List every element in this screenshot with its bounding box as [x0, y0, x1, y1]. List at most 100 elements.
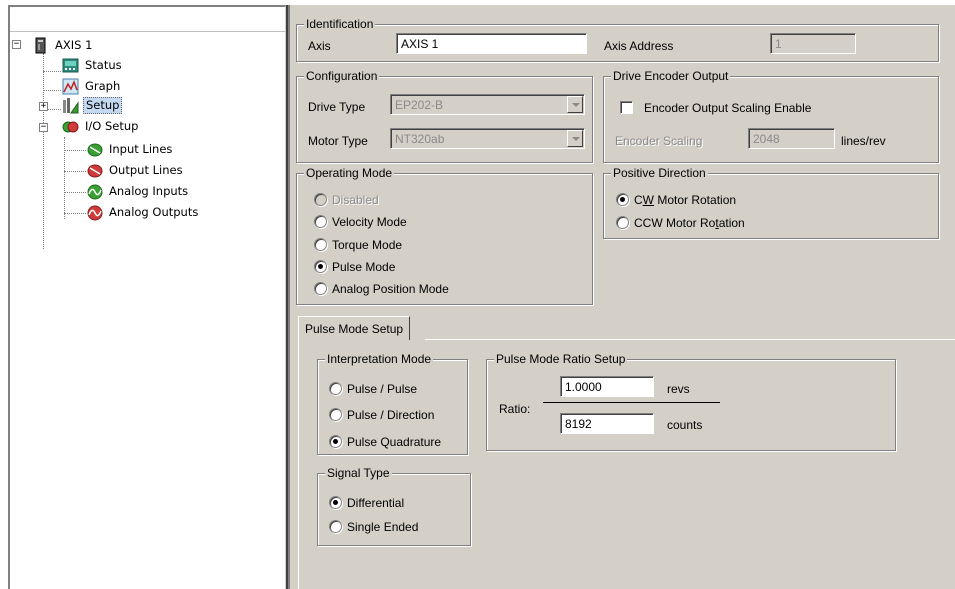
ratio-label: Ratio: [499, 402, 531, 416]
axis-label: Axis [308, 39, 331, 53]
ccw-motor-rotation-radio[interactable]: CCW Motor Rotation [616, 215, 745, 231]
tree-label: Graph [85, 78, 121, 93]
chevron-down-icon [572, 137, 580, 141]
tree-item-status[interactable]: Status [62, 56, 124, 74]
motor-type-select: NT320ab [390, 128, 585, 149]
radio-selected-dot [333, 500, 338, 505]
encoder-scaling-label: Encoder Scaling [615, 134, 703, 148]
differential-radio[interactable]: Differential [329, 495, 404, 511]
io-icon [62, 121, 79, 132]
radio-selected-dot [333, 439, 338, 444]
properties-pane: Identification Axis AXIS 1 Axis Address … [290, 5, 955, 589]
radio-label: Pulse / Direction [347, 408, 435, 422]
setup-icon [63, 97, 79, 113]
collapse-axis-button[interactable]: − [12, 40, 21, 49]
radio-button[interactable] [314, 215, 327, 228]
tree-connector [64, 171, 86, 172]
radio-button[interactable] [616, 193, 629, 206]
motor-type-value: NT320ab [395, 132, 445, 146]
tree-label: AXIS 1 [55, 37, 93, 52]
axis-name-input[interactable]: AXIS 1 [396, 33, 587, 54]
group-title: Drive Encoder Output [611, 69, 731, 83]
radio-label: Pulse / Pulse [347, 382, 418, 396]
drive-icon [35, 37, 46, 53]
axis-address-input: 1 [770, 33, 856, 54]
group-title: Pulse Mode Ratio Setup [494, 352, 628, 366]
radio-label: Differential [347, 496, 405, 510]
tree-connector [43, 71, 61, 72]
encoder-scaling-input: 2048 [748, 128, 835, 149]
radio-button[interactable] [329, 382, 342, 395]
tree-label: Output Lines [109, 162, 183, 177]
tree-label: Setup [83, 96, 123, 114]
radio-label: Disabled [332, 193, 379, 207]
radio-label: Pulse Quadrature [347, 435, 442, 449]
group-title: Configuration [304, 69, 380, 83]
tree-label: Status [85, 57, 122, 72]
radio-selected-dot [620, 197, 625, 202]
motor-type-label: Motor Type [308, 134, 368, 148]
group-title: Signal Type [325, 466, 392, 480]
radio-label: CW Motor Rotation [634, 193, 737, 207]
encoder-scaling-enable-checkbox[interactable] [620, 101, 633, 114]
pulse-direction-radio[interactable]: Pulse / Direction [329, 407, 434, 423]
radio-selected-dot [318, 264, 323, 269]
tree-item-axis-1[interactable]: AXIS 1 [32, 36, 94, 54]
ratio-denominator-input[interactable]: 8192 [560, 413, 654, 434]
radio-button[interactable] [329, 496, 342, 509]
radio-button[interactable] [314, 260, 327, 273]
tree-item-analog-inputs[interactable]: Analog Inputs [86, 182, 190, 200]
configuration-group: Configuration Drive Type EP202-B Motor T… [296, 69, 593, 163]
encoder-scaling-enable-label: Encoder Output Scaling Enable [644, 101, 812, 115]
radio-button[interactable] [616, 216, 629, 229]
tree-item-analog-outputs[interactable]: Analog Outputs [86, 203, 200, 221]
tree-connector [43, 90, 61, 91]
radio-button[interactable] [329, 520, 342, 533]
operating-mode-analog-position-radio[interactable]: Analog Position Mode [314, 281, 449, 297]
tree-label: Analog Inputs [109, 183, 189, 198]
collapse-io-setup-button[interactable]: − [39, 123, 48, 132]
drive-encoder-output-group: Drive Encoder Output Encoder Output Scal… [603, 69, 939, 163]
operating-mode-velocity-radio[interactable]: Velocity Mode [314, 214, 407, 230]
encoder-scaling-unit: lines/rev [841, 134, 886, 148]
identification-group: Identification Axis AXIS 1 Axis Address … [296, 17, 939, 62]
tree-header [10, 7, 285, 32]
axis-address-label: Axis Address [604, 39, 674, 53]
ratio-numerator-input[interactable]: 1.0000 [560, 376, 654, 397]
radio-label: Single Ended [347, 520, 419, 534]
numerator-unit-label: revs [667, 382, 690, 396]
drive-type-value: EP202-B [395, 98, 444, 112]
tree-connector [64, 150, 86, 151]
radio-button [314, 193, 327, 206]
graph-icon [62, 78, 79, 94]
tree-item-graph[interactable]: Graph [62, 77, 122, 95]
input-lines-icon [87, 143, 103, 156]
operating-mode-torque-radio[interactable]: Torque Mode [314, 237, 402, 253]
dropdown-button [567, 96, 583, 113]
ratio-fraction-line [543, 402, 720, 403]
radio-button[interactable] [314, 238, 327, 251]
analog-inputs-icon [87, 184, 103, 199]
navigation-tree[interactable]: − + − AXIS 1 Status Graph Setup I/O Setu… [8, 5, 286, 589]
tree-label: Input Lines [109, 141, 173, 156]
single-ended-radio[interactable]: Single Ended [329, 519, 418, 535]
radio-button[interactable] [314, 282, 327, 295]
tree-item-input-lines[interactable]: Input Lines [86, 140, 174, 158]
tree-item-output-lines[interactable]: Output Lines [86, 161, 185, 179]
denominator-unit-label: counts [667, 418, 703, 432]
operating-mode-pulse-radio[interactable]: Pulse Mode [314, 259, 395, 275]
pulse-quadrature-radio[interactable]: Pulse Quadrature [329, 434, 441, 450]
cw-motor-rotation-radio[interactable]: CW Motor Rotation [616, 192, 736, 208]
drive-type-select: EP202-B [390, 94, 585, 115]
expand-setup-button[interactable]: + [39, 102, 48, 111]
interpretation-mode-group: Interpretation Mode Pulse / Pulse Pulse … [317, 352, 468, 455]
tree-item-io-setup[interactable]: I/O Setup [62, 117, 140, 135]
pulse-mode-ratio-setup-group: Pulse Mode Ratio Setup Ratio: 1.0000 rev… [486, 352, 896, 451]
pulse-pulse-radio[interactable]: Pulse / Pulse [329, 381, 417, 397]
radio-button[interactable] [329, 408, 342, 421]
radio-button[interactable] [329, 435, 342, 448]
tree-item-setup[interactable]: Setup [62, 96, 123, 114]
tab-pulse-mode-setup[interactable]: Pulse Mode Setup [298, 316, 411, 340]
operating-mode-group: Operating Mode Disabled Velocity Mode To… [296, 166, 593, 305]
positive-direction-group: Positive Direction CW Motor Rotation CCW… [603, 166, 939, 239]
